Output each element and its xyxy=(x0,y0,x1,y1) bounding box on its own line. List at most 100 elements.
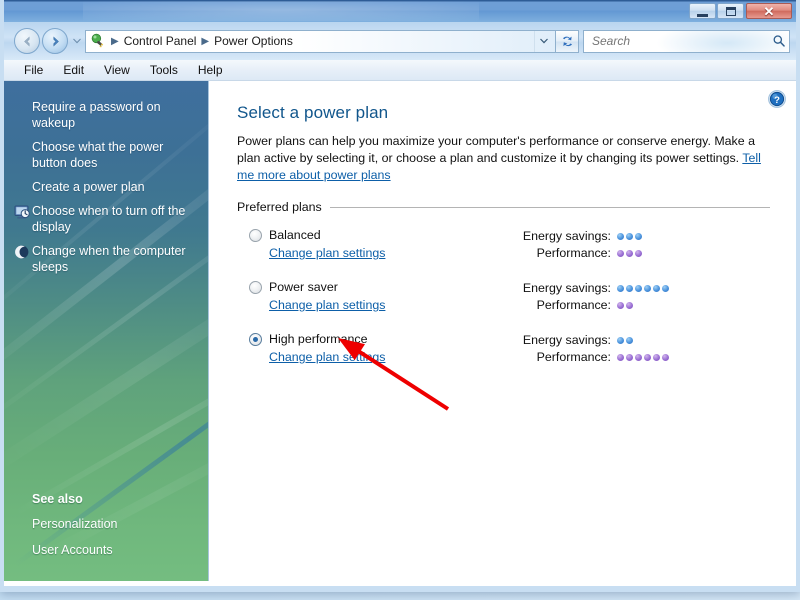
energy-savings-dots xyxy=(617,284,669,292)
plan-right-column: Energy savings: Performance: xyxy=(522,228,770,263)
forward-arrow-icon xyxy=(53,36,59,46)
sidebar-swoosh xyxy=(12,341,208,517)
task-sidebar: Require a password on wakeup Choose what… xyxy=(4,81,209,581)
plan-left-column: Balanced Change plan settings xyxy=(237,228,522,262)
sidebar-item-computer-sleeps[interactable]: Change when the computer sleeps xyxy=(4,239,208,279)
performance-dot xyxy=(626,249,633,257)
power-options-window: ✕ ▶ Control Panel ▶ Power Options Search… xyxy=(0,0,800,592)
energy-dot xyxy=(635,284,642,292)
see-also-link-personalization[interactable]: Personalization xyxy=(32,517,208,531)
minimize-button[interactable] xyxy=(689,3,716,19)
see-also-link-user-accounts[interactable]: User Accounts xyxy=(32,543,208,557)
help-icon: ? xyxy=(768,90,786,108)
energy-savings-row: Energy savings: xyxy=(522,229,770,243)
search-input[interactable] xyxy=(590,33,772,49)
sidebar-task-list: Require a password on wakeup Choose what… xyxy=(4,81,208,279)
energy-savings-label: Energy savings: xyxy=(522,229,611,243)
sidebar-item-icon-slot xyxy=(12,243,32,260)
plan-row: High performance Change plan settings En… xyxy=(237,332,770,367)
header-rule xyxy=(329,206,770,208)
maximize-icon xyxy=(725,6,736,16)
energy-savings-label: Energy savings: xyxy=(522,333,611,347)
plan-radio-power-saver[interactable] xyxy=(249,280,262,294)
performance-dot xyxy=(617,301,624,309)
energy-dot xyxy=(644,284,651,292)
display-clock-icon xyxy=(14,205,30,219)
performance-dot xyxy=(653,353,660,361)
moon-icon xyxy=(15,245,29,259)
energy-dot xyxy=(617,336,624,344)
energy-dot xyxy=(617,284,624,292)
performance-dot xyxy=(635,249,642,257)
power-plug-icon xyxy=(91,33,104,48)
plan-name-power-saver: Power saver xyxy=(269,280,338,294)
performance-dot xyxy=(617,353,624,361)
energy-savings-row: Energy savings: xyxy=(522,281,770,295)
plan-radio-high-performance[interactable] xyxy=(249,332,262,346)
intro-text: Power plans can help you maximize your c… xyxy=(237,134,755,165)
recent-pages-button[interactable] xyxy=(71,38,83,44)
minimize-icon xyxy=(697,11,708,17)
energy-dot xyxy=(626,336,633,344)
address-field[interactable]: ▶ Control Panel ▶ Power Options xyxy=(85,29,555,53)
maximize-button[interactable] xyxy=(717,3,744,19)
close-icon: ✕ xyxy=(763,3,775,19)
menu-bar: File Edit View Tools Help xyxy=(4,60,796,81)
plan-radio-balanced[interactable] xyxy=(249,228,262,242)
svg-text:?: ? xyxy=(774,95,780,106)
sidebar-item-icon-slot xyxy=(12,99,32,100)
performance-dot xyxy=(626,353,633,361)
close-button[interactable]: ✕ xyxy=(746,3,792,19)
address-dropdown-button[interactable] xyxy=(534,30,553,52)
menu-tools[interactable]: Tools xyxy=(140,61,188,79)
search-box[interactable] xyxy=(583,29,790,53)
performance-dot xyxy=(617,249,624,257)
performance-dot xyxy=(635,353,642,361)
see-also-title: See also xyxy=(32,492,83,506)
sidebar-item-icon-slot xyxy=(12,139,32,140)
performance-row: Performance: xyxy=(522,298,770,312)
intro-paragraph: Power plans can help you maximize your c… xyxy=(237,133,770,184)
sidebar-item-label: Require a password on wakeup xyxy=(32,100,161,130)
performance-dot xyxy=(626,301,633,309)
sidebar-item-create-plan[interactable]: Create a power plan xyxy=(4,175,208,199)
search-icon xyxy=(773,35,785,47)
sidebar-item-label: Choose what the power button does xyxy=(32,140,164,170)
performance-dots xyxy=(617,353,669,361)
energy-dot xyxy=(635,232,642,240)
change-plan-settings-power-saver[interactable]: Change plan settings xyxy=(269,298,385,312)
sidebar-item-require-password[interactable]: Require a password on wakeup xyxy=(4,95,208,135)
breadcrumb-power-options[interactable]: Power Options xyxy=(211,34,296,48)
forward-button[interactable] xyxy=(42,28,68,54)
change-plan-settings-high-performance[interactable]: Change plan settings xyxy=(269,350,385,364)
change-plan-settings-balanced[interactable]: Change plan settings xyxy=(269,246,385,260)
preferred-plans-label: Preferred plans xyxy=(237,200,322,214)
sidebar-item-icon-slot xyxy=(12,179,32,180)
performance-row: Performance: xyxy=(522,246,770,260)
energy-dot xyxy=(653,284,660,292)
plan-right-column: Energy savings: Performance: xyxy=(522,280,770,315)
main-content: ? Select a power plan Power plans can he… xyxy=(209,81,796,581)
chevron-down-icon xyxy=(73,38,81,44)
breadcrumb-separator-0: ▶ xyxy=(111,35,119,47)
performance-dot xyxy=(662,353,669,361)
menu-view[interactable]: View xyxy=(94,61,140,79)
menu-help[interactable]: Help xyxy=(188,61,233,79)
energy-dot xyxy=(617,232,624,240)
breadcrumb-separator-1: ▶ xyxy=(201,35,210,47)
plan-radio-row: Balanced xyxy=(249,228,522,242)
back-button[interactable] xyxy=(14,28,40,54)
breadcrumb-control-panel[interactable]: Control Panel xyxy=(121,34,200,48)
sidebar-item-turn-off-display[interactable]: Choose when to turn off the display xyxy=(4,199,208,239)
energy-savings-label: Energy savings: xyxy=(522,281,611,295)
refresh-button[interactable] xyxy=(555,29,579,53)
performance-label: Performance: xyxy=(536,246,611,260)
menu-edit[interactable]: Edit xyxy=(53,61,94,79)
sidebar-item-power-button[interactable]: Choose what the power button does xyxy=(4,135,208,175)
address-bar: ▶ Control Panel ▶ Power Options xyxy=(4,22,796,60)
menu-file[interactable]: File xyxy=(14,61,53,79)
title-bar-glow xyxy=(83,1,480,21)
help-button[interactable]: ? xyxy=(767,89,787,109)
sidebar-item-label: Change when the computer sleeps xyxy=(32,244,186,274)
plan-row: Balanced Change plan settings Energy sav… xyxy=(237,228,770,263)
